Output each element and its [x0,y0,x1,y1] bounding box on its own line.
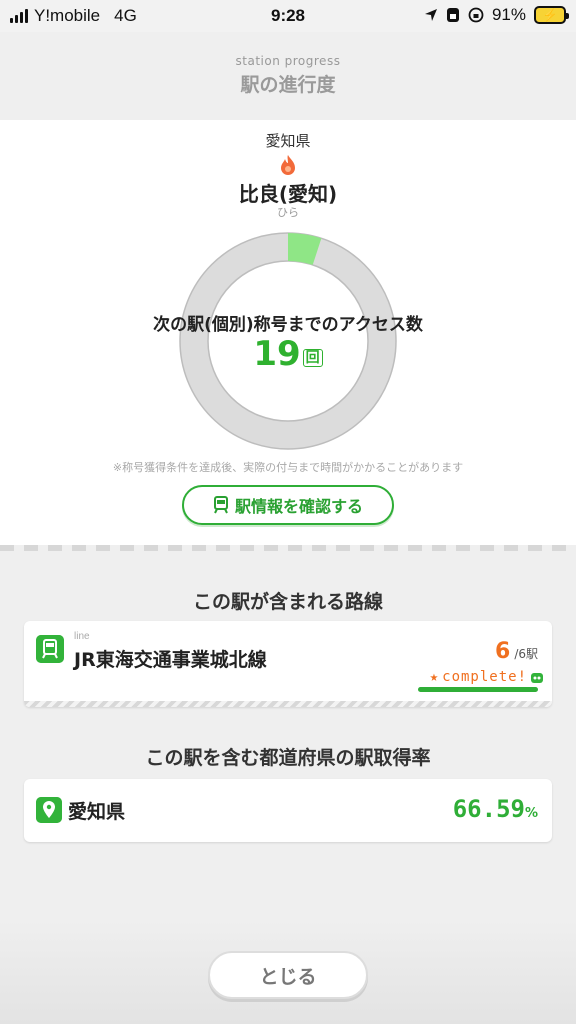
line-total-count: /6駅 [514,647,538,661]
lock-rotation-icon [446,8,459,22]
status-right: 91% ⚡ [424,5,569,25]
station-info-button[interactable]: 駅情報を確認する [182,485,394,525]
train-icon [213,496,228,514]
pref-section-title: この駅を含む都道府県の駅取得率 [145,747,431,769]
close-button[interactable]: とじる [208,951,368,999]
train-icon [36,635,64,663]
section-divider [0,545,576,551]
prefecture-name: 愛知県 [68,801,126,823]
station-name: 比良(愛知) [238,182,338,206]
station-progress-panel: 愛知県 比良(愛知) ひら 次の駅(個別)称号までのアクセス数 19 回 ※称号獲… [0,120,576,545]
station-kana: ひら [277,206,299,219]
location-arrow-icon [424,9,437,21]
header-subtitle: station progress [235,54,341,68]
prefecture-rate-value: 66.59 [452,795,525,823]
line-acquired-count: 6 [495,639,511,664]
progress-label: 次の駅(個別)称号までのアクセス数 [153,315,423,335]
station-info-button-label: 駅情報を確認する [234,497,363,516]
map-pin-icon [36,797,62,823]
status-bar: Y!mobile 4G 9:28 91% ⚡ [0,0,576,32]
page-header: station progress 駅の進行度 [0,32,576,120]
line-tag: line [74,631,90,642]
prefecture-card[interactable]: 愛知県 66.59% [24,779,552,842]
line-card[interactable]: line JR東海交通事業城北線 6/6駅 ★ complete! [24,621,552,707]
flame-icon [281,155,295,175]
mascot-icon [531,673,543,683]
orientation-lock-icon [468,7,484,23]
prefecture-rate: 66.59% [453,795,538,823]
line-name: JR東海交通事業城北線 [74,649,267,671]
battery-percent: 91% [491,5,526,24]
page-title: 駅の進行度 [240,74,336,96]
complete-label: complete! [442,669,527,685]
card-stripe [24,701,552,707]
remaining-count: 19 回 [0,334,576,374]
battery-icon: ⚡ [534,6,569,24]
prefecture-rate-unit: % [524,806,538,821]
line-station-count: 6/6駅 [495,639,538,664]
star-icon: ★ [429,669,440,685]
lines-section-title: この駅が含まれる路線 [192,591,383,613]
station-prefecture: 愛知県 [265,132,311,150]
complete-progress-bar [418,687,538,692]
title-grant-note: ※称号獲得条件を達成後、実際の付与まで時間がかかることがあります [112,461,464,474]
complete-badge: ★ complete! [430,669,544,685]
remaining-count-unit: 回 [302,349,323,367]
remaining-count-value: 19 [253,334,301,374]
